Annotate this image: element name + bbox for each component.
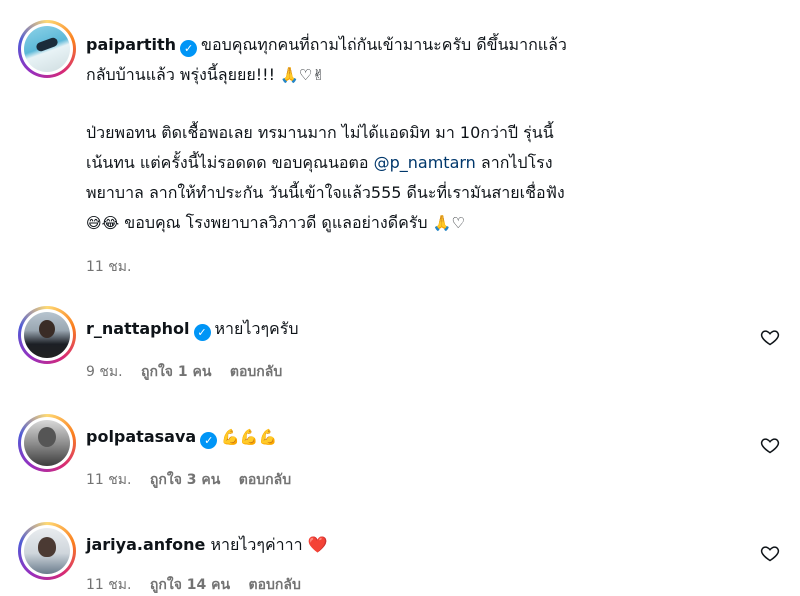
comment-avatar-3-image [24,528,70,574]
comment-2-text-row: polpatasava ✓ 💪💪💪 [86,422,277,452]
pray-heart-peace-emoji: 🙏♡✌ [280,66,325,84]
comment-1-username[interactable]: r_nattaphol [86,319,190,338]
comment-1-text-row: r_nattaphol ✓ หายไวๆครับ [86,314,298,344]
heart-outline-icon[interactable] [760,435,780,455]
verified-badge-icon: ✓ [180,40,198,57]
comment-2-text: 💪💪💪 [221,428,278,446]
comment-avatar-1[interactable] [18,306,76,364]
comment-avatar-1-image [24,312,70,358]
caption-text-4b: ลากไปโรง [480,153,553,172]
post-avatar-border [21,23,73,75]
caption-text-4: เน้นทน แต่ครั้งนี้ไม่รอดดด ขอบคุณนอตอ [86,153,369,172]
heart-outline-icon[interactable] [760,543,780,563]
post-caption: paipartith ✓ ขอบคุณทุกคนที่ถามไถ่กันเข้ามา… [86,30,567,90]
comment-3-username[interactable]: jariya.anfone [86,535,205,554]
post-avatar[interactable] [18,20,76,78]
comment-avatar-2-image [24,420,70,466]
caption-line-6: 😅😂 ขอบคุณ โรงพยาบาลวิภาวดี ดูแลอย่างดีคร… [86,208,565,238]
comment-1-reply-button[interactable]: ตอบกลับ [230,364,282,380]
comment-3-likes[interactable]: ถูกใจ 14 คน [150,577,230,593]
comment-1-time[interactable]: 9 ชม. [86,364,123,380]
caption-line-2: กลับบ้านแล้ว พรุ่งนี้ลุยยย!!! 🙏♡✌ [86,60,567,90]
laughing-emoji: 😅😂 [86,214,120,232]
post-caption-body: ป่วยพอทน ติดเชื้อพอเลย ทรมานมาก ไม่ได้แอ… [86,118,565,238]
comment-3-meta: 11 ชม. ถูกใจ 14 คน ตอบกลับ [86,574,315,596]
comment-2-likes[interactable]: ถูกใจ 3 คน [150,472,220,488]
comment-3-reply-button[interactable]: ตอบกลับ [249,577,301,593]
caption-line-5: พยาบาล ลากให้ทำประกัน วันนี้เข้าใจแล้ว55… [86,178,565,208]
mention-link[interactable]: @p_namtarn [374,153,476,172]
comment-1-meta: 9 ชม. ถูกใจ 1 คน ตอบกลับ [86,361,296,383]
comment-1-text: หายไวๆครับ [214,319,299,338]
comment-avatar-2[interactable] [18,414,76,472]
comment-2-reply-button[interactable]: ตอบกลับ [239,472,291,488]
comment-2-time[interactable]: 11 ชม. [86,472,131,488]
comment-3-text-row: jariya.anfone หายไวๆค่าาา ❤️ [86,530,328,560]
post-username[interactable]: paipartith [86,35,176,54]
heart-outline-icon[interactable] [760,327,780,347]
caption-line-4: เน้นทน แต่ครั้งนี้ไม่รอดดด ขอบคุณนอตอ @p… [86,148,565,178]
caption-text-5: พยาบาล ลากให้ทำประกัน วันนี้เข้าใจแล้ว55… [86,183,565,202]
post-avatar-image [24,26,70,72]
comment-3-text: หายไวๆค่าาา ❤️ [210,535,328,554]
caption-text-3: ป่วยพอทน ติดเชื้อพอเลย ทรมานมาก ไม่ได้แอ… [86,123,554,142]
verified-badge-icon: ✓ [200,432,218,449]
post-meta: 11 ชม. [86,256,145,278]
comment-avatar-3-border [21,525,73,577]
comment-3-time[interactable]: 11 ชม. [86,577,131,593]
caption-line-1: paipartith ✓ ขอบคุณทุกคนที่ถามไถ่กันเข้ามา… [86,30,567,60]
caption-text-6: ขอบคุณ โรงพยาบาลวิภาวดี ดูแลอย่างดีครับ [124,213,428,232]
verified-badge-icon: ✓ [193,324,211,341]
comment-2-username[interactable]: polpatasava [86,427,196,446]
comment-avatar-2-border [21,417,73,469]
caption-line-3: ป่วยพอทน ติดเชื้อพอเลย ทรมานมาก ไม่ได้แอ… [86,118,565,148]
comment-2-meta: 11 ชม. ถูกใจ 3 คน ตอบกลับ [86,469,305,491]
pray-heart-emoji: 🙏♡ [432,214,465,232]
comment-avatar-3[interactable] [18,522,76,580]
caption-text-1: ขอบคุณทุกคนที่ถามไถ่กันเข้ามานะครับ ดีขึ… [201,35,567,54]
comment-1-likes[interactable]: ถูกใจ 1 คน [141,364,211,380]
post-time[interactable]: 11 ชม. [86,259,131,275]
comment-avatar-1-border [21,309,73,361]
caption-text-2: กลับบ้านแล้ว พรุ่งนี้ลุยยย!!! [86,65,275,84]
